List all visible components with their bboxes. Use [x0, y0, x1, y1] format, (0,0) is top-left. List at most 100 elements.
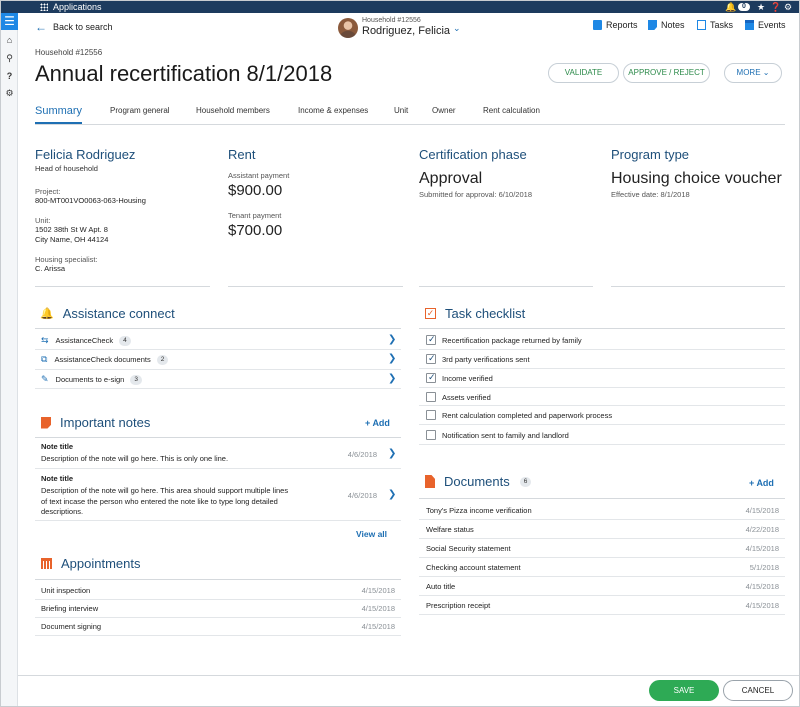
specialist-value: C. Arissa [35, 264, 66, 273]
checkbox[interactable] [426, 372, 436, 383]
bell-icon[interactable]: 🔔 [725, 1, 736, 13]
bell-icon: 🔔 [40, 308, 54, 320]
list-item[interactable]: Social Security statement [426, 544, 511, 553]
list-item[interactable]: Briefing interview [41, 604, 98, 613]
list-item[interactable]: ⇆ AssistanceCheck 4 [41, 335, 131, 346]
tab-household-members[interactable]: Household members [196, 101, 270, 121]
checkbox[interactable] [426, 430, 436, 440]
tab-rent-calculation[interactable]: Rent calculation [483, 101, 540, 121]
more-button[interactable]: MORE ⌄ [724, 63, 782, 83]
home-icon[interactable]: ⌂ [1, 35, 18, 45]
view-all-link[interactable]: View all [356, 529, 387, 539]
add-document-button[interactable]: + Add [749, 478, 774, 488]
divider [419, 349, 785, 350]
unit-line1: 1502 38th St W Apt. 8 [35, 225, 108, 234]
validate-button[interactable]: VALIDATE [548, 63, 619, 83]
reports-button[interactable]: Reports [593, 20, 638, 30]
note-item[interactable]: Note title Description of the note will … [41, 474, 291, 518]
household-name[interactable]: Rodriguez, Felicia [362, 25, 450, 37]
notification-count[interactable]: 0 [738, 3, 750, 11]
calendar-icon [41, 558, 52, 569]
chevron-right-icon[interactable]: ❯ [388, 448, 396, 459]
task-item[interactable]: 3rd party verifications sent [426, 353, 530, 364]
list-item[interactable]: Prescription receipt [426, 601, 490, 610]
count-badge: 4 [119, 335, 131, 346]
divider [419, 519, 785, 520]
task-checklist-title: ✓ Task checklist [425, 306, 525, 321]
list-item[interactable]: ✎ Documents to e-sign 3 [41, 374, 142, 385]
help-icon[interactable]: ? [1, 71, 18, 81]
list-item[interactable]: ⧉ AssistanceCheck documents 2 [41, 354, 169, 365]
tasks-title-label: Task checklist [445, 306, 526, 321]
list-item-label: Documents to e-sign [55, 375, 125, 384]
divider [35, 369, 401, 370]
star-icon[interactable]: ★ [757, 1, 765, 13]
report-icon [593, 20, 602, 30]
divider [35, 579, 401, 580]
appointment-label: Unit inspection [41, 586, 91, 595]
rent-card: Rent Assistant payment $900.00 Tenant pa… [228, 147, 289, 239]
approve-reject-button[interactable]: APPROVE / REJECT [623, 63, 710, 83]
task-item[interactable]: Recertification package returned by fami… [426, 334, 582, 345]
tab-summary[interactable]: Summary [35, 101, 83, 124]
note-date: 4/6/2018 [347, 491, 377, 500]
count-badge: 2 [156, 354, 169, 365]
note-body: Description of the note will go here. Th… [41, 454, 229, 463]
chevron-right-icon[interactable]: ❯ [388, 334, 396, 345]
list-item-label: AssistanceCheck [55, 336, 114, 345]
list-item[interactable]: Welfare status [426, 525, 474, 534]
top-bar: Applications 🔔 0 ★ ❓ ⚙ [1, 1, 799, 13]
notes-button[interactable]: Notes [648, 20, 685, 30]
list-item[interactable]: Checking account statement [426, 563, 521, 572]
list-item[interactable]: Tony's Pizza income verification [426, 506, 532, 515]
appointment-label: Document signing [41, 622, 102, 631]
appointment-date: 4/15/2018 [361, 586, 395, 595]
project-value: 800-MT001VO0063-063-Housing [35, 196, 146, 205]
task-item[interactable]: Notification sent to family and landlord [426, 430, 569, 440]
divider [419, 387, 785, 388]
list-item[interactable]: Auto title [426, 582, 455, 591]
chevron-down-icon[interactable]: ⌄ [453, 23, 461, 34]
help-icon[interactable]: ❓ [770, 1, 781, 13]
task-item[interactable]: Income verified [426, 372, 493, 383]
tab-owner[interactable]: Owner [432, 101, 456, 121]
tab-income-expenses[interactable]: Income & expenses [298, 101, 368, 121]
checkbox[interactable] [426, 410, 436, 420]
assistance-title-label: Assistance connect [62, 306, 175, 321]
task-label: Assets verified [442, 392, 491, 402]
tasks-button[interactable]: Tasks [697, 20, 733, 30]
checkbox[interactable] [426, 334, 436, 345]
task-item[interactable]: Assets verified [426, 392, 491, 402]
add-note-button[interactable]: + Add [365, 418, 390, 428]
appointment-date: 4/15/2018 [361, 604, 395, 613]
cancel-button[interactable]: CANCEL [723, 680, 793, 701]
note-item[interactable]: Note title Description of the note will … [41, 442, 331, 464]
app-launcher-label[interactable]: Applications [53, 1, 102, 13]
events-button[interactable]: Events [745, 20, 786, 30]
save-button[interactable]: SAVE [649, 680, 719, 701]
assistant-payment-label: Assistant payment [228, 171, 290, 180]
gear-icon[interactable]: ⚙ [1, 88, 18, 99]
chevron-right-icon[interactable]: ❯ [388, 489, 396, 500]
list-item[interactable]: Unit inspection [41, 586, 90, 595]
tab-program-general[interactable]: Program general [110, 101, 170, 121]
apps-grid-icon[interactable] [40, 3, 48, 11]
person-role: Head of household [35, 164, 98, 173]
divider [35, 617, 401, 618]
breadcrumb: Household #12556 [35, 48, 103, 57]
chevron-right-icon[interactable]: ❯ [388, 353, 396, 364]
back-to-search-link[interactable]: ← Back to search [35, 20, 113, 34]
search-icon[interactable]: ⚲ [1, 53, 18, 64]
settings-icon[interactable]: ⚙ [784, 1, 792, 13]
checkbox[interactable] [426, 353, 436, 364]
phase-card: Certification phase Approval Submitted f… [419, 147, 532, 199]
task-item[interactable]: Rent calculation completed and paperwork… [426, 410, 612, 420]
unit-label: Unit: [35, 216, 51, 225]
chevron-right-icon[interactable]: ❯ [388, 373, 396, 384]
tab-unit[interactable]: Unit [394, 101, 408, 121]
count-badge: 3 [130, 374, 142, 385]
checkbox[interactable] [426, 392, 436, 402]
menu-icon[interactable]: ☰ [1, 13, 18, 30]
edit-icon: ✎ [41, 374, 49, 384]
list-item[interactable]: Document signing [41, 622, 101, 631]
